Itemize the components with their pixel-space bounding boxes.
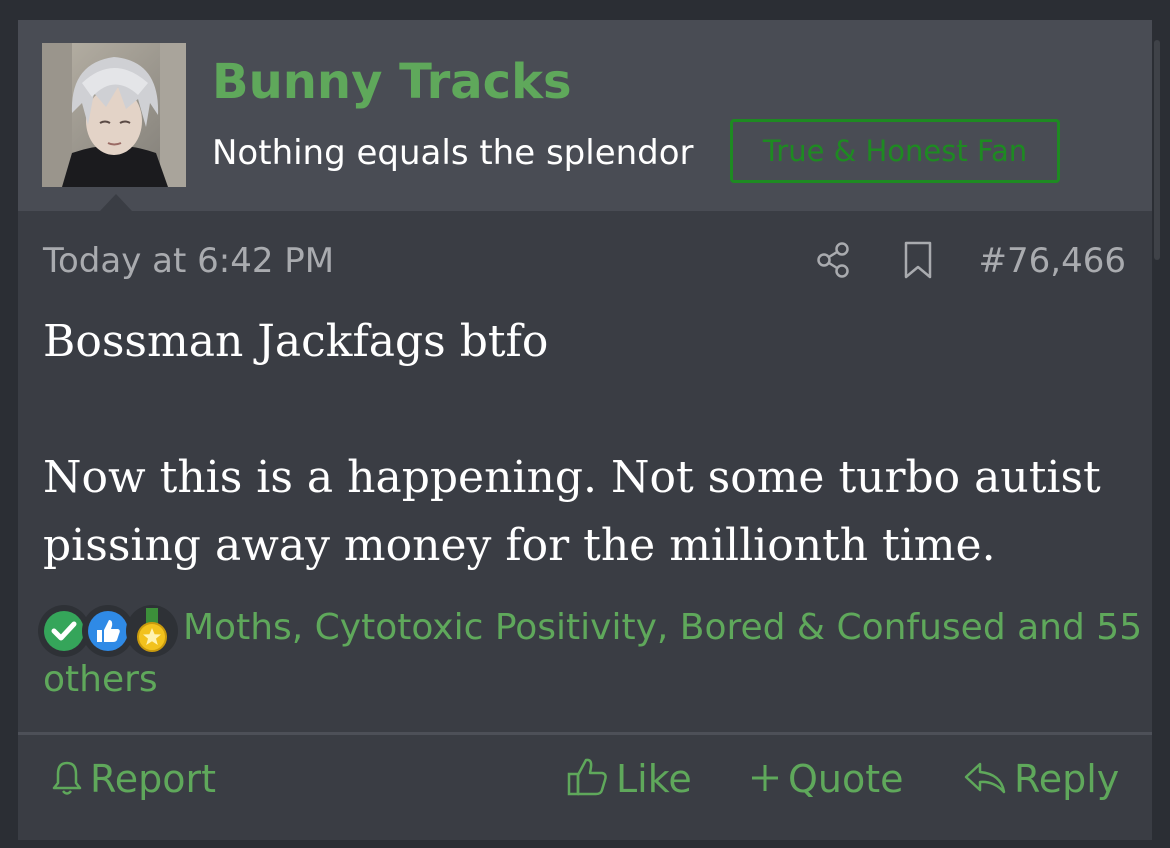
avatar-pointer [100, 194, 132, 211]
bookmark-icon[interactable] [900, 240, 936, 284]
post-body-line: Bossman Jackfags btfo [43, 316, 549, 367]
post-body-line: pissing away money for the millionth tim… [43, 520, 996, 571]
post-number-link[interactable]: #76,466 [979, 238, 1126, 284]
post-body-line: Now this is a happening. Not some turbo … [43, 452, 1101, 503]
reply-button[interactable]: Reply [962, 753, 1119, 805]
share-icon[interactable] [814, 240, 854, 284]
forum-post: Bunny Tracks Nothing equals the splendor… [18, 20, 1152, 840]
quote-button[interactable]: Quote [748, 753, 904, 805]
user-banner: True & Honest Fan [730, 119, 1060, 183]
scrollbar[interactable] [1154, 40, 1160, 260]
report-button[interactable]: Report [50, 753, 216, 805]
reply-arrow-icon [964, 762, 1006, 794]
post-body: Bossman Jackfags btfo Now this is a happ… [43, 308, 1133, 580]
plus-icon [752, 765, 778, 791]
reply-label: Reply [1014, 757, 1120, 801]
username-link[interactable]: Bunny Tracks [212, 52, 572, 112]
quote-label: Quote [788, 757, 904, 801]
thumbs-up-icon [567, 758, 607, 796]
like-button[interactable]: Like [566, 753, 692, 805]
post-header: Bunny Tracks Nothing equals the splendor… [18, 20, 1152, 211]
bell-icon [52, 761, 82, 795]
reaction-users-link[interactable]: Moths, Cytotoxic Positivity, Bored & Con… [43, 602, 1143, 706]
user-title: Nothing equals the splendor [212, 133, 694, 173]
report-label: Report [90, 757, 216, 801]
like-label: Like [616, 757, 692, 801]
post-date-link[interactable]: Today at 6:42 PM [43, 238, 334, 284]
avatar[interactable] [42, 43, 186, 187]
footer-divider [18, 732, 1152, 735]
